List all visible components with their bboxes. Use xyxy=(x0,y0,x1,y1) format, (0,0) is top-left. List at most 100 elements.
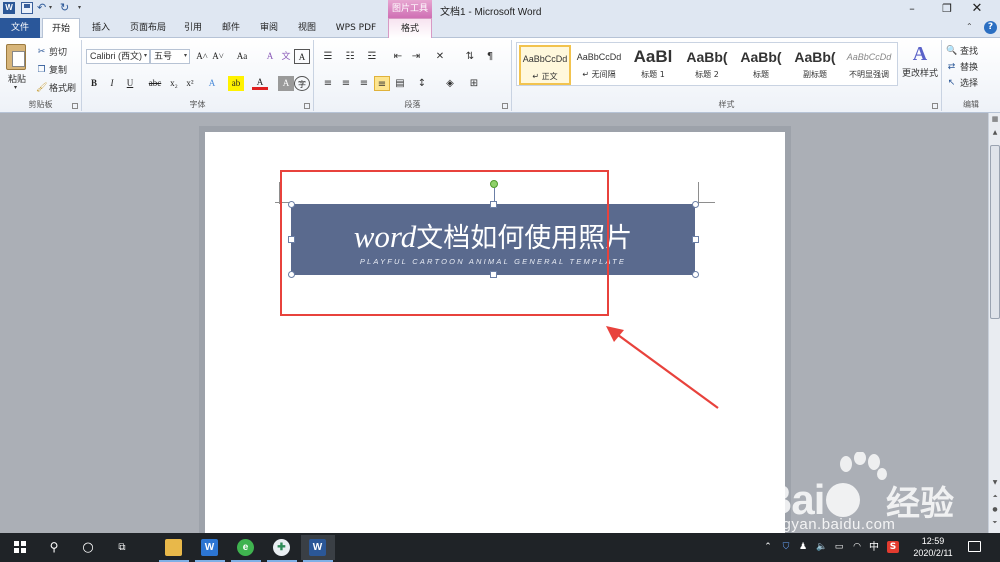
italic-button[interactable]: I xyxy=(104,76,120,91)
restore-button[interactable]: ❐ xyxy=(932,0,962,18)
minimize-ribbon-icon[interactable]: ⌃ xyxy=(966,22,973,31)
wifi-icon[interactable]: ◠ xyxy=(850,533,864,562)
shrink-font-button[interactable]: A˅ xyxy=(210,49,226,64)
cut-button[interactable]: ✂ 剪切 xyxy=(36,45,67,59)
resize-handle-ne[interactable] xyxy=(692,201,699,208)
minimize-button[interactable]: – xyxy=(897,0,927,18)
underline-button[interactable]: U xyxy=(122,76,138,91)
numbering-icon[interactable]: ☷ xyxy=(342,49,358,64)
wps-button[interactable]: W xyxy=(193,535,227,562)
select-button[interactable]: ↖ 选择 xyxy=(946,76,978,90)
scroll-down-icon[interactable]: ▼ xyxy=(990,479,1000,489)
decrease-indent-icon[interactable]: ⇤ xyxy=(390,49,406,64)
tab-page-layout[interactable]: 页面布局 xyxy=(126,18,170,38)
security-app-button[interactable]: ✚ xyxy=(265,535,299,562)
scroll-up-icon[interactable]: ▲ xyxy=(990,129,1000,139)
style-heading-2[interactable]: AaBb( 标题 2 xyxy=(681,45,733,85)
show-hidden-icons[interactable]: ⌃ xyxy=(762,533,774,562)
search-icon[interactable]: ⚲ xyxy=(36,533,72,562)
tab-references[interactable]: 引用 xyxy=(178,18,208,38)
tab-home[interactable]: 开始 xyxy=(42,18,80,39)
font-name-combo[interactable]: Calibri (西文) ▾ xyxy=(86,49,150,64)
char-border-button[interactable]: A xyxy=(294,49,310,64)
browse-object-icon[interactable]: ● xyxy=(990,506,1000,516)
sogou-icon[interactable]: S xyxy=(886,533,900,562)
clipboard-launcher-icon[interactable] xyxy=(72,103,78,109)
change-case-button[interactable]: Aa xyxy=(232,49,252,64)
notification-center-icon[interactable] xyxy=(968,541,981,552)
superscript-button[interactable]: x² xyxy=(182,76,198,91)
char-shading-button[interactable]: A xyxy=(278,76,294,91)
paragraph-launcher-icon[interactable] xyxy=(502,103,508,109)
resize-handle-e[interactable] xyxy=(692,236,699,243)
highlight-button[interactable]: ab xyxy=(228,76,244,91)
increase-indent-icon[interactable]: ⇥ xyxy=(408,49,424,64)
vertical-scrollbar[interactable]: ▦ ▲ ▼ ⏶ ● ⏷ xyxy=(988,113,1000,533)
battery-icon[interactable]: ▭ xyxy=(832,533,846,562)
paste-dropdown-icon[interactable]: ▾ xyxy=(14,84,17,91)
redo-icon[interactable]: ↻ xyxy=(60,2,72,14)
change-styles-button[interactable]: A 更改样式 xyxy=(898,40,942,79)
style-normal[interactable]: AaBbCcDd ↵ 正文 xyxy=(519,45,571,85)
paste-icon[interactable] xyxy=(6,44,26,70)
borders-icon[interactable]: ⊞ xyxy=(466,76,482,91)
tab-format[interactable]: 格式 xyxy=(388,18,432,38)
style-heading-1[interactable]: AaBl 标题 1 xyxy=(627,45,679,85)
styles-launcher-icon[interactable] xyxy=(932,103,938,109)
font-color-button[interactable]: A xyxy=(252,76,268,90)
system-clock[interactable]: 12:59 2020/2/11 xyxy=(908,535,958,559)
format-painter-button[interactable]: 🖌 格式刷 xyxy=(36,81,76,95)
text-effects-button[interactable]: A xyxy=(204,76,220,91)
ruler-toggle-icon[interactable]: ▦ xyxy=(990,115,1000,125)
justify-icon[interactable]: ≡ xyxy=(374,76,390,91)
grow-font-button[interactable]: A˄ xyxy=(194,49,210,64)
tab-file[interactable]: 文件 xyxy=(0,18,40,38)
tab-insert[interactable]: 插入 xyxy=(86,18,116,38)
speaker-icon[interactable]: 🔈 xyxy=(815,533,829,562)
font-launcher-icon[interactable] xyxy=(304,103,310,109)
qq-icon[interactable]: ♟ xyxy=(796,533,810,562)
undo-dropdown-icon[interactable]: ▾ xyxy=(49,2,55,14)
align-left-icon[interactable]: ≡ xyxy=(320,76,336,91)
find-button[interactable]: 🔍 查找 xyxy=(946,44,978,58)
word-app-icon[interactable]: W xyxy=(3,2,15,14)
multilevel-list-icon[interactable]: ☲ xyxy=(364,49,380,64)
shading-icon[interactable]: ◈ xyxy=(442,76,458,91)
show-marks-icon[interactable]: ¶ xyxy=(482,49,498,64)
style-subtle-emphasis[interactable]: AaBbCcDd 不明显强调 xyxy=(843,45,895,85)
clear-format-button[interactable]: A xyxy=(262,49,278,64)
distributed-icon[interactable]: ▤ xyxy=(392,76,408,91)
browser-button[interactable]: e xyxy=(229,535,263,562)
bullets-icon[interactable]: ☰ xyxy=(320,49,336,64)
shield-icon[interactable]: ⛉ xyxy=(779,533,793,562)
word-taskbar-button[interactable]: W xyxy=(301,535,335,562)
next-page-icon[interactable]: ⏷ xyxy=(990,519,1000,529)
style-no-spacing[interactable]: AaBbCcDd ↵ 无间隔 xyxy=(573,45,625,85)
style-subtitle[interactable]: AaBb( 副标题 xyxy=(789,45,841,85)
cortana-icon[interactable]: ○ xyxy=(70,533,106,562)
tab-review[interactable]: 审阅 xyxy=(254,18,284,38)
scroll-thumb[interactable] xyxy=(990,145,1000,319)
replace-button[interactable]: ⇄ 替换 xyxy=(946,60,978,74)
font-size-combo[interactable]: 五号 ▾ xyxy=(150,49,190,64)
tab-mailings[interactable]: 邮件 xyxy=(216,18,246,38)
bold-button[interactable]: B xyxy=(86,76,102,91)
subscript-button[interactable]: x₂ xyxy=(166,76,182,91)
chinese-layout-icon[interactable]: ✕ xyxy=(432,49,448,64)
style-title[interactable]: AaBb( 标题 xyxy=(735,45,787,85)
phonetic-guide-icon[interactable]: 文 xyxy=(278,49,294,64)
task-view-icon[interactable]: ⧉ xyxy=(104,533,140,562)
help-icon[interactable]: ? xyxy=(984,21,997,34)
customize-toolbar-icon[interactable]: ▾ xyxy=(78,2,90,14)
align-right-icon[interactable]: ≡ xyxy=(356,76,372,91)
ime-indicator[interactable]: 中 xyxy=(866,533,882,562)
file-explorer-button[interactable] xyxy=(157,535,191,562)
tab-view[interactable]: 视图 xyxy=(292,18,322,38)
resize-handle-se[interactable] xyxy=(692,271,699,278)
tab-wps-pdf[interactable]: WPS PDF xyxy=(330,18,382,38)
align-center-icon[interactable]: ≡ xyxy=(338,76,354,91)
enclose-char-button[interactable]: 字 xyxy=(294,76,310,91)
previous-page-icon[interactable]: ⏶ xyxy=(990,493,1000,503)
copy-button[interactable]: ❐ 复制 xyxy=(36,63,67,77)
strikethrough-button[interactable]: abc xyxy=(146,76,164,91)
